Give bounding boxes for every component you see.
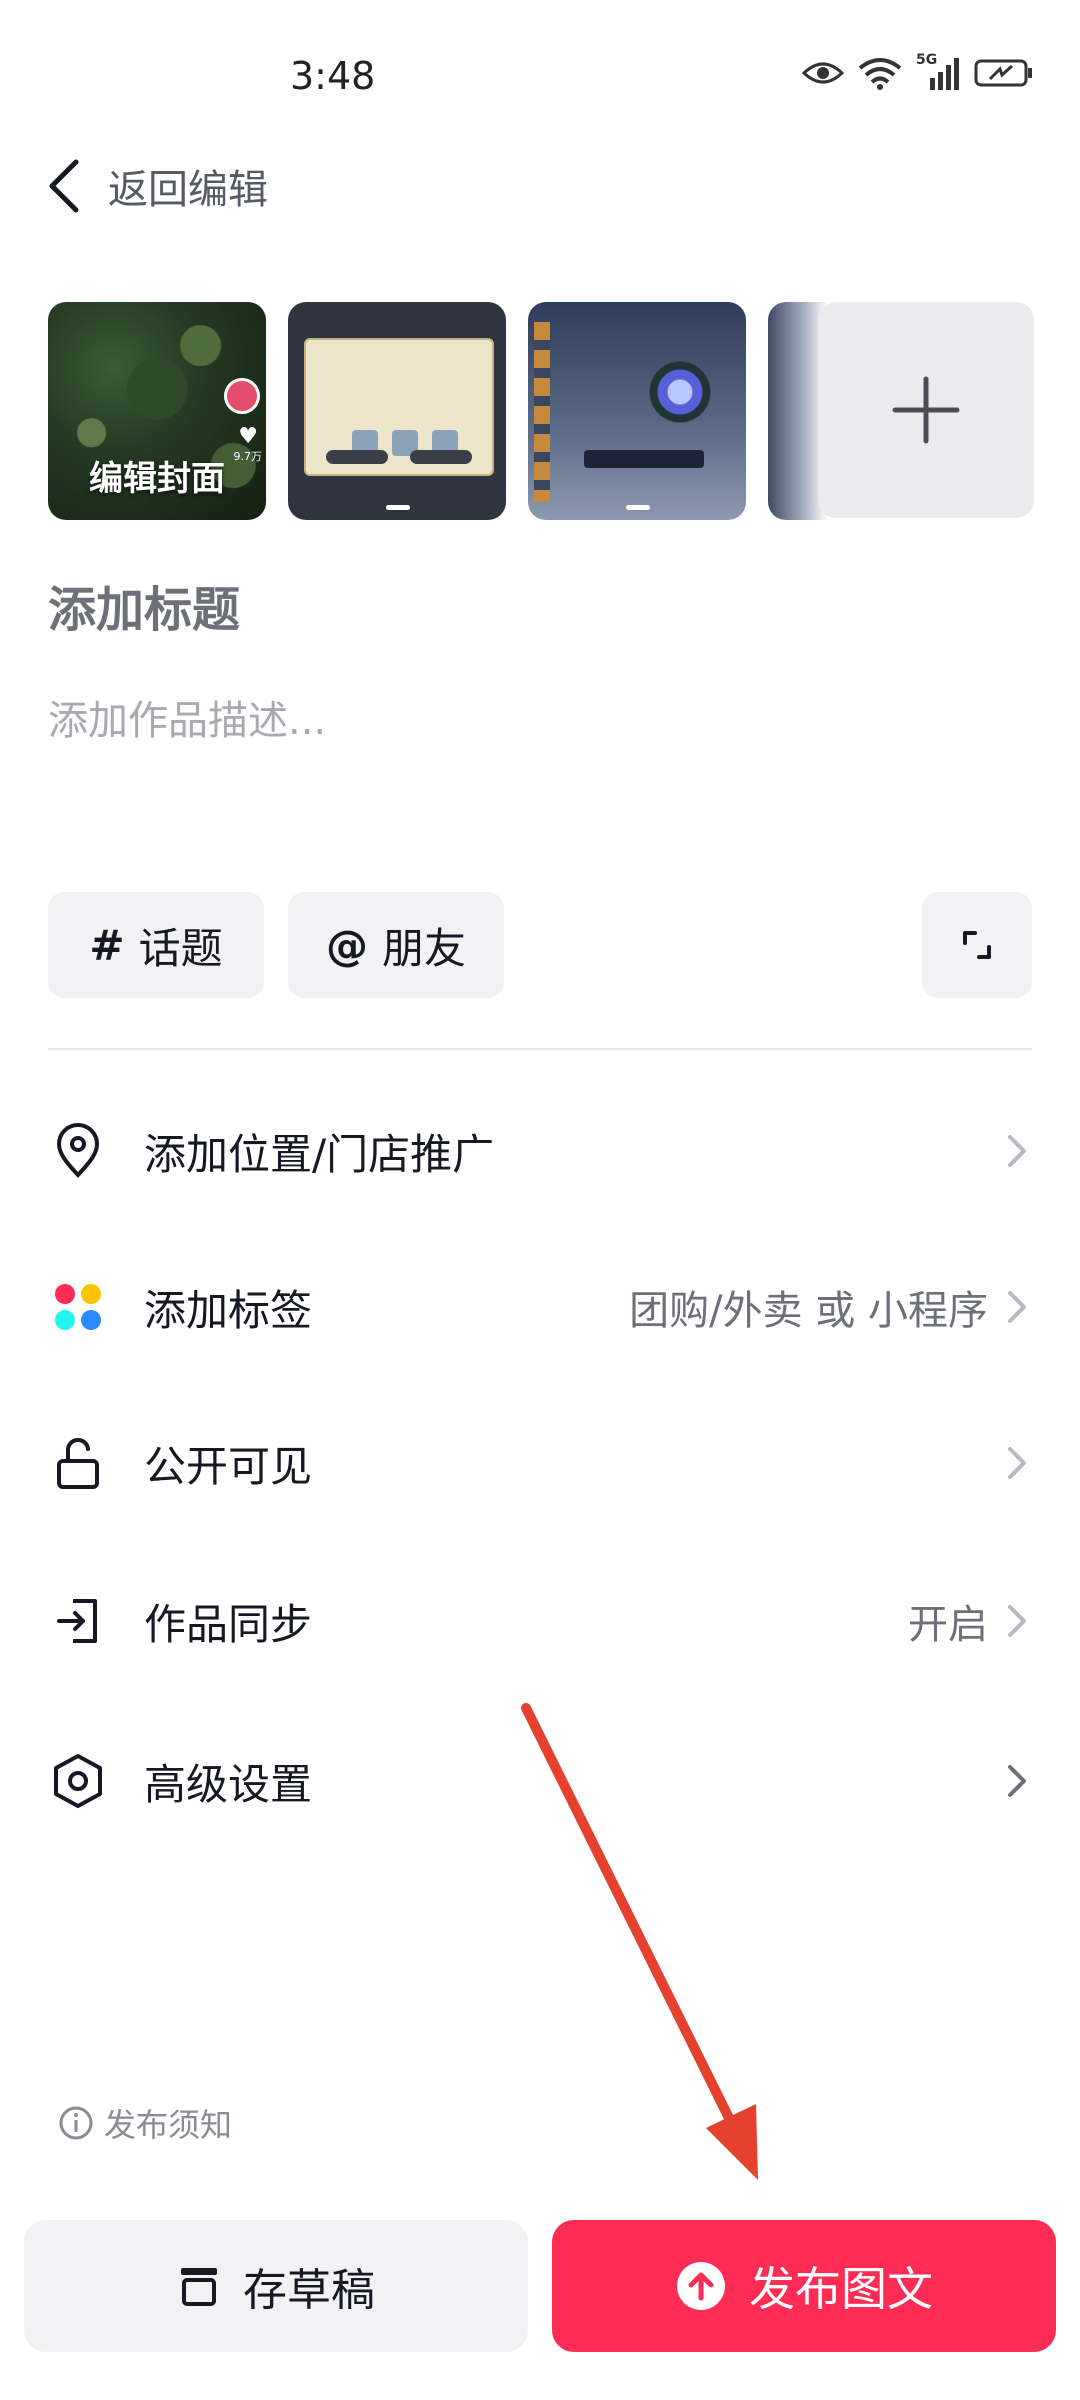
avatar [224, 378, 260, 414]
gear-hex-icon [48, 1751, 108, 1811]
battery-icon [974, 59, 1032, 87]
settings-row-value: 开启 [908, 1602, 988, 1648]
settings-row-tags[interactable]: 添加标签 团购/外卖 或 小程序 [48, 1252, 1032, 1362]
wifi-icon [858, 58, 902, 90]
cover-thumbnail[interactable]: ♥ 9.7万 编辑封面 [48, 302, 266, 520]
chevron-right-icon [1002, 1763, 1032, 1799]
settings-row-label: 添加标签 [144, 1285, 313, 1335]
publish-notice-link[interactable]: 发布须知 [58, 2100, 232, 2146]
status-time: 3:48 [290, 54, 376, 98]
back-label: 返回编辑 [108, 167, 268, 213]
settings-row-label: 高级设置 [144, 1759, 313, 1809]
publish-button[interactable]: 发布图文 [552, 2220, 1056, 2352]
info-icon [59, 2106, 93, 2140]
heart-icon: ♥ [238, 424, 258, 449]
settings-row-label: 作品同步 [144, 1599, 313, 1649]
topic-chip[interactable]: # 话题 [48, 892, 264, 998]
eye-icon [802, 62, 844, 84]
friend-label: 朋友 [381, 923, 466, 973]
chevron-right-icon [1002, 1445, 1032, 1481]
chevron-right-icon [1002, 1133, 1032, 1169]
settings-row-advanced[interactable]: 高级设置 [48, 1726, 1032, 1836]
expand-editor-button[interactable] [922, 892, 1032, 998]
divider [48, 1048, 1032, 1050]
upload-icon [677, 2262, 725, 2310]
edit-cover-label: 编辑封面 [89, 459, 225, 499]
chevron-right-icon [1002, 1603, 1032, 1639]
chevron-left-icon [49, 159, 79, 213]
location-pin-icon [48, 1121, 108, 1181]
publish-label: 发布图文 [749, 2263, 933, 2315]
hashtag-icon: # [89, 920, 125, 970]
expand-icon [963, 931, 991, 959]
media-thumbnail-3[interactable] [528, 302, 746, 520]
settings-row-visibility[interactable]: 公开可见 [48, 1408, 1032, 1518]
back-button[interactable]: 返回编辑 [44, 156, 268, 216]
settings-row-label: 添加位置/门店推广 [144, 1129, 495, 1179]
save-draft-label: 存草稿 [243, 2266, 375, 2315]
draft-box-icon [181, 2268, 217, 2306]
chevron-right-icon [1002, 1289, 1032, 1325]
add-media-button[interactable] [818, 302, 1034, 518]
settings-row-sync[interactable]: 作品同步 开启 [48, 1566, 1032, 1676]
publish-notice-label: 发布须知 [104, 2106, 233, 2144]
at-icon: @ [325, 920, 368, 970]
plus-icon [892, 376, 960, 444]
topic-label: 话题 [138, 923, 223, 973]
unlock-icon [48, 1433, 108, 1493]
media-thumbnail-2[interactable] [288, 302, 506, 520]
settings-row-value: 团购/外卖 或 小程序 [629, 1288, 988, 1334]
description-input[interactable]: 添加作品描述... [48, 688, 326, 746]
settings-row-label: 公开可见 [144, 1441, 313, 1491]
settings-row-location[interactable]: 添加位置/门店推广 [48, 1096, 1032, 1206]
sync-icon [48, 1591, 108, 1651]
status-icons: 5G [802, 52, 1034, 90]
colorful-dots-icon [48, 1277, 108, 1337]
cellular-signal-icon: 5G [916, 52, 960, 90]
title-input[interactable]: 添加标题 [48, 570, 240, 640]
save-draft-button[interactable]: 存草稿 [24, 2220, 528, 2352]
mention-chip[interactable]: @ 朋友 [288, 892, 504, 998]
